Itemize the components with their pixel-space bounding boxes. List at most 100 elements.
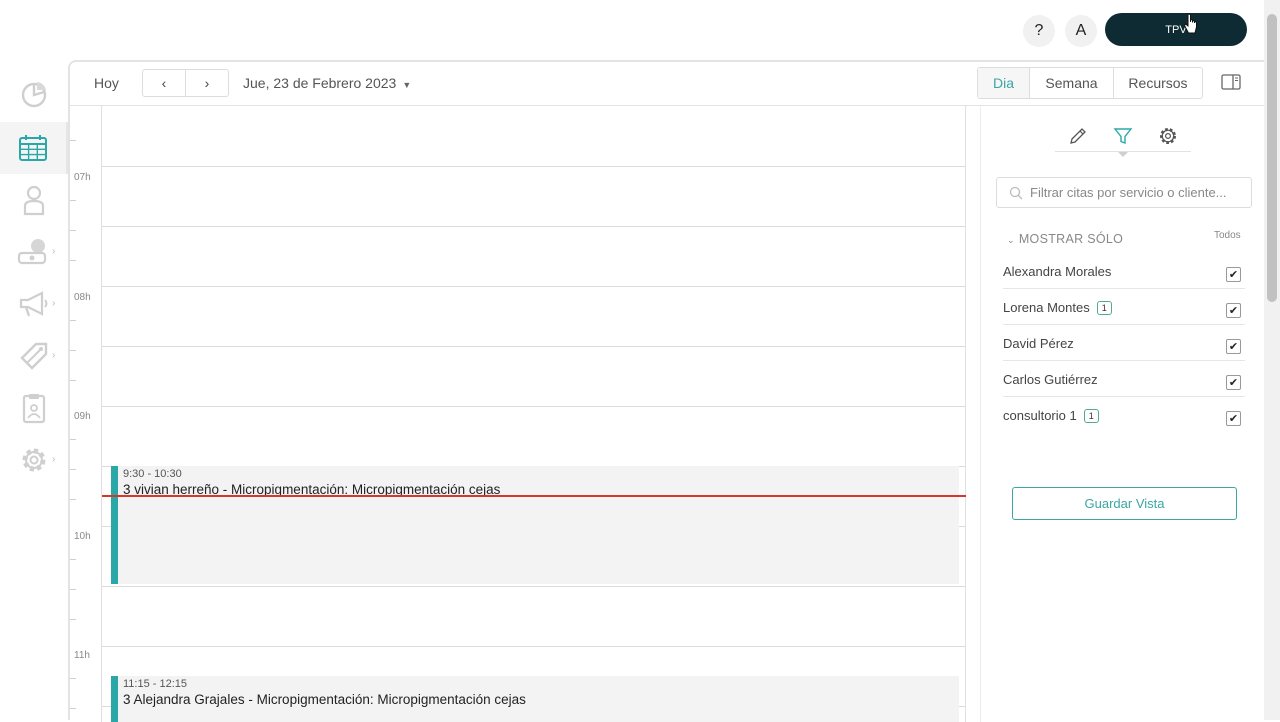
sidebar-item-products[interactable]: › (0, 330, 68, 382)
appointment-count-badge: 1 (1083, 409, 1099, 423)
staff-name-wrap: Lorena Montes 1 (1003, 300, 1112, 315)
quarter-tick (70, 499, 76, 500)
quarter-tick (70, 559, 76, 560)
quarter-tick (70, 678, 76, 679)
appointment-count-badge: 1 (1096, 301, 1112, 315)
products-chevron-icon: › (52, 350, 56, 361)
staff-checkbox[interactable]: ✔ (1226, 375, 1241, 390)
hour-label: 09h (74, 411, 91, 422)
staff-checkbox[interactable]: ✔ (1226, 267, 1241, 282)
show-only-toggle[interactable]: ⌄ MOSTRAR SÓLO (1007, 232, 1123, 246)
quarter-tick (70, 200, 76, 201)
sidebar-item-clients[interactable] (0, 174, 68, 226)
appointment-card[interactable]: 11:15 - 12:15 3 Alejandra Grajales - Mic… (111, 676, 959, 722)
sidebar-item-marketing[interactable]: › (0, 278, 68, 330)
staff-checkbox[interactable]: ✔ (1226, 303, 1241, 318)
hour-label: 11h (74, 650, 90, 661)
day-grid: 07h 08h 09h 10h 11h 9:30 - 10:30 3 vivia… (70, 106, 966, 722)
quarter-tick (70, 469, 76, 470)
sales-chevron-icon: › (52, 246, 56, 257)
user-avatar-button[interactable]: A (1065, 15, 1097, 47)
date-picker[interactable]: Jue, 23 de Febrero 2023 ▼ (243, 75, 411, 91)
view-day-tab[interactable]: Dia (978, 68, 1029, 98)
sidebar-item-sales[interactable]: › (0, 226, 68, 278)
quarter-tick (70, 140, 76, 141)
view-resources-tab[interactable]: Recursos (1113, 68, 1202, 98)
staff-checkbox[interactable]: ✔ (1226, 411, 1241, 426)
slot-line (102, 406, 966, 407)
calendar-toolbar: Hoy ‹ › Jue, 23 de Febrero 2023 ▼ Dia Sem… (70, 62, 1264, 106)
next-day-button[interactable]: › (185, 70, 228, 96)
pencil-icon[interactable] (1068, 126, 1088, 146)
clipboard-icon (22, 394, 46, 424)
hour-label: 07h (74, 172, 91, 183)
mouse-cursor-icon (1184, 13, 1197, 34)
marketing-chevron-icon: › (52, 298, 56, 309)
staff-filter-row[interactable]: consultorio 1 1 ✔ (1003, 397, 1245, 433)
tag-icon (20, 342, 48, 370)
staff-checkbox[interactable]: ✔ (1226, 339, 1241, 354)
save-view-button[interactable]: Guardar Vista (1012, 487, 1237, 520)
sidebar-item-dashboard[interactable] (0, 68, 68, 120)
sales-icon (17, 239, 47, 265)
select-all-link[interactable]: Todos (1214, 230, 1241, 241)
appointment-card[interactable]: 9:30 - 10:30 3 vivian herreño - Micropig… (111, 466, 959, 584)
sidebar-item-calendar[interactable] (0, 122, 68, 174)
appointment-time: 9:30 - 10:30 (123, 468, 182, 480)
staff-filter-row[interactable]: Alexandra Morales ✔ (1003, 253, 1245, 289)
slot-line (102, 646, 966, 647)
quarter-tick (70, 708, 76, 709)
quarter-tick (70, 589, 76, 590)
current-time-line (102, 495, 966, 497)
staff-name: consultorio 1 (1003, 408, 1077, 423)
staff-filter-list: Alexandra Morales ✔ Lorena Montes 1 ✔ Dav… (1003, 253, 1245, 433)
staff-filter-row[interactable]: Carlos Gutiérrez ✔ (1003, 361, 1245, 397)
slot-line (102, 286, 966, 287)
time-column: 07h 08h 09h 10h 11h (70, 106, 102, 722)
date-nav-group: ‹ › (142, 69, 229, 97)
staff-name-wrap: consultorio 1 1 (1003, 408, 1099, 423)
calendar-icon (19, 135, 47, 161)
show-only-label: MOSTRAR SÓLO (1018, 232, 1124, 246)
staff-filter-row[interactable]: David Pérez ✔ (1003, 325, 1245, 361)
hour-label: 10h (74, 531, 91, 542)
filter-panel: ⌄MOSTRAR SÓLO Todos Alexandra Morales ✔ … (980, 106, 1264, 722)
clients-icon (23, 185, 45, 216)
view-switcher: Dia Semana Recursos (977, 67, 1203, 99)
megaphone-icon (19, 291, 48, 317)
grid-right-border (965, 106, 966, 722)
chevron-down-icon: ▼ (402, 80, 412, 90)
main-sidebar: › › › › (0, 60, 68, 720)
filter-icon[interactable] (1113, 126, 1133, 146)
sidebar-item-reports[interactable] (0, 382, 68, 434)
staff-name: Lorena Montes (1003, 300, 1090, 315)
current-date-label: Jue, 23 de Febrero 2023 (243, 75, 397, 91)
gear-icon[interactable] (1158, 126, 1178, 146)
active-tab-caret (1118, 152, 1128, 157)
staff-name: Carlos Gutiérrez (1003, 372, 1098, 387)
tpv-button[interactable]: TPV (1105, 13, 1247, 46)
slot-line (102, 586, 966, 587)
page-scrollbar[interactable] (1264, 0, 1280, 720)
quarter-tick (70, 260, 76, 261)
staff-filter-row[interactable]: Lorena Montes 1 ✔ (1003, 289, 1245, 325)
sidebar-item-settings[interactable]: › (0, 434, 68, 486)
search-icon (1009, 186, 1023, 199)
help-button[interactable]: ? (1023, 15, 1055, 47)
chevron-down-icon: ⌄ (1007, 235, 1015, 245)
prev-day-button[interactable]: ‹ (143, 70, 185, 96)
quarter-tick (70, 380, 76, 381)
quarter-tick (70, 320, 76, 321)
today-button[interactable]: Hoy (94, 75, 119, 91)
view-week-tab[interactable]: Semana (1029, 68, 1113, 98)
toggle-panel-icon[interactable] (1221, 74, 1241, 90)
appointment-search-input[interactable] (1030, 185, 1245, 200)
slot-line (102, 346, 966, 347)
settings-chevron-icon: › (52, 454, 56, 465)
scrollbar-thumb[interactable] (1267, 14, 1277, 302)
dashboard-icon (21, 82, 47, 108)
slot-line (102, 166, 966, 167)
appointment-title: 3 Alejandra Grajales - Micropigmentación… (123, 692, 526, 707)
appointment-search (996, 177, 1252, 208)
quarter-tick (70, 350, 76, 351)
